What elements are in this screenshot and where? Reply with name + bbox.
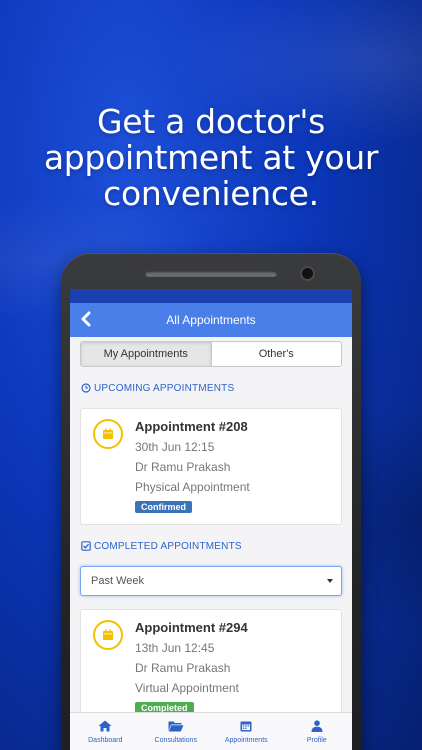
upcoming-heading-label: UPCOMING APPOINTMENTS [94, 382, 235, 394]
nav-profile[interactable]: Profile [282, 713, 353, 750]
app-screen: All Appointments My Appointments Other's… [70, 289, 352, 750]
appointment-datetime: 13th Jun 12:45 [135, 641, 215, 655]
period-filter-value: Past Week [91, 575, 144, 587]
appointment-card[interactable]: Appointment #294 13th Jun 12:45 Dr Ramu … [80, 609, 342, 726]
appointment-type: Virtual Appointment [135, 681, 239, 695]
bottom-navigation: Dashboard Consultations Appointments Pro… [70, 712, 352, 750]
tab-my-appointments[interactable]: My Appointments [81, 342, 212, 366]
phone-speaker [145, 271, 277, 277]
completed-section-heading: COMPLETED APPOINTMENTS [81, 539, 352, 553]
upcoming-section-heading: UPCOMING APPOINTMENTS [81, 381, 352, 395]
headline-line-2: appointment at your [43, 138, 379, 177]
status-badge: Confirmed [135, 501, 192, 513]
calendar-icon [93, 419, 123, 449]
nav-dashboard[interactable]: Dashboard [70, 713, 141, 750]
folder-icon [168, 721, 184, 731]
headline-line-1: Get a doctor's [96, 102, 326, 141]
clock-icon [81, 383, 91, 393]
calendar-icon [240, 721, 252, 731]
tab-others[interactable]: Other's [212, 342, 342, 366]
completed-heading-label: COMPLETED APPOINTMENTS [94, 540, 242, 552]
appointment-type: Physical Appointment [135, 480, 250, 494]
check-square-icon [81, 541, 91, 551]
nav-dashboard-label: Dashboard [88, 736, 123, 744]
caret-down-icon [327, 579, 333, 583]
appointment-card[interactable]: Appointment #208 30th Jun 12:15 Dr Ramu … [80, 408, 342, 525]
user-icon [311, 719, 323, 732]
phone-camera [300, 266, 315, 281]
appointment-title: Appointment #208 [135, 419, 248, 434]
period-filter-select[interactable]: Past Week [80, 566, 342, 596]
appointment-doctor: Dr Ramu Prakash [135, 460, 231, 474]
headline-line-3: convenience. [103, 174, 319, 213]
appointment-doctor: Dr Ramu Prakash [135, 661, 231, 675]
appointment-datetime: 30th Jun 12:15 [135, 440, 215, 454]
back-chevron-icon[interactable] [80, 311, 94, 329]
nav-profile-label: Profile [306, 736, 327, 744]
promo-headline: Get a doctor's appointment at your conve… [0, 104, 422, 212]
nav-consultations-label: Consultations [154, 736, 197, 744]
status-bar [70, 289, 352, 303]
appointment-title: Appointment #294 [135, 620, 248, 635]
app-bar: All Appointments [70, 303, 352, 337]
page-title: All Appointments [166, 313, 256, 327]
nav-consultations[interactable]: Consultations [141, 713, 212, 750]
calendar-icon [93, 620, 123, 650]
nav-appointments-label: Appointments [224, 736, 268, 744]
home-icon [98, 720, 112, 731]
appointments-tabs: My Appointments Other's [80, 341, 342, 367]
nav-appointments[interactable]: Appointments [211, 713, 282, 750]
